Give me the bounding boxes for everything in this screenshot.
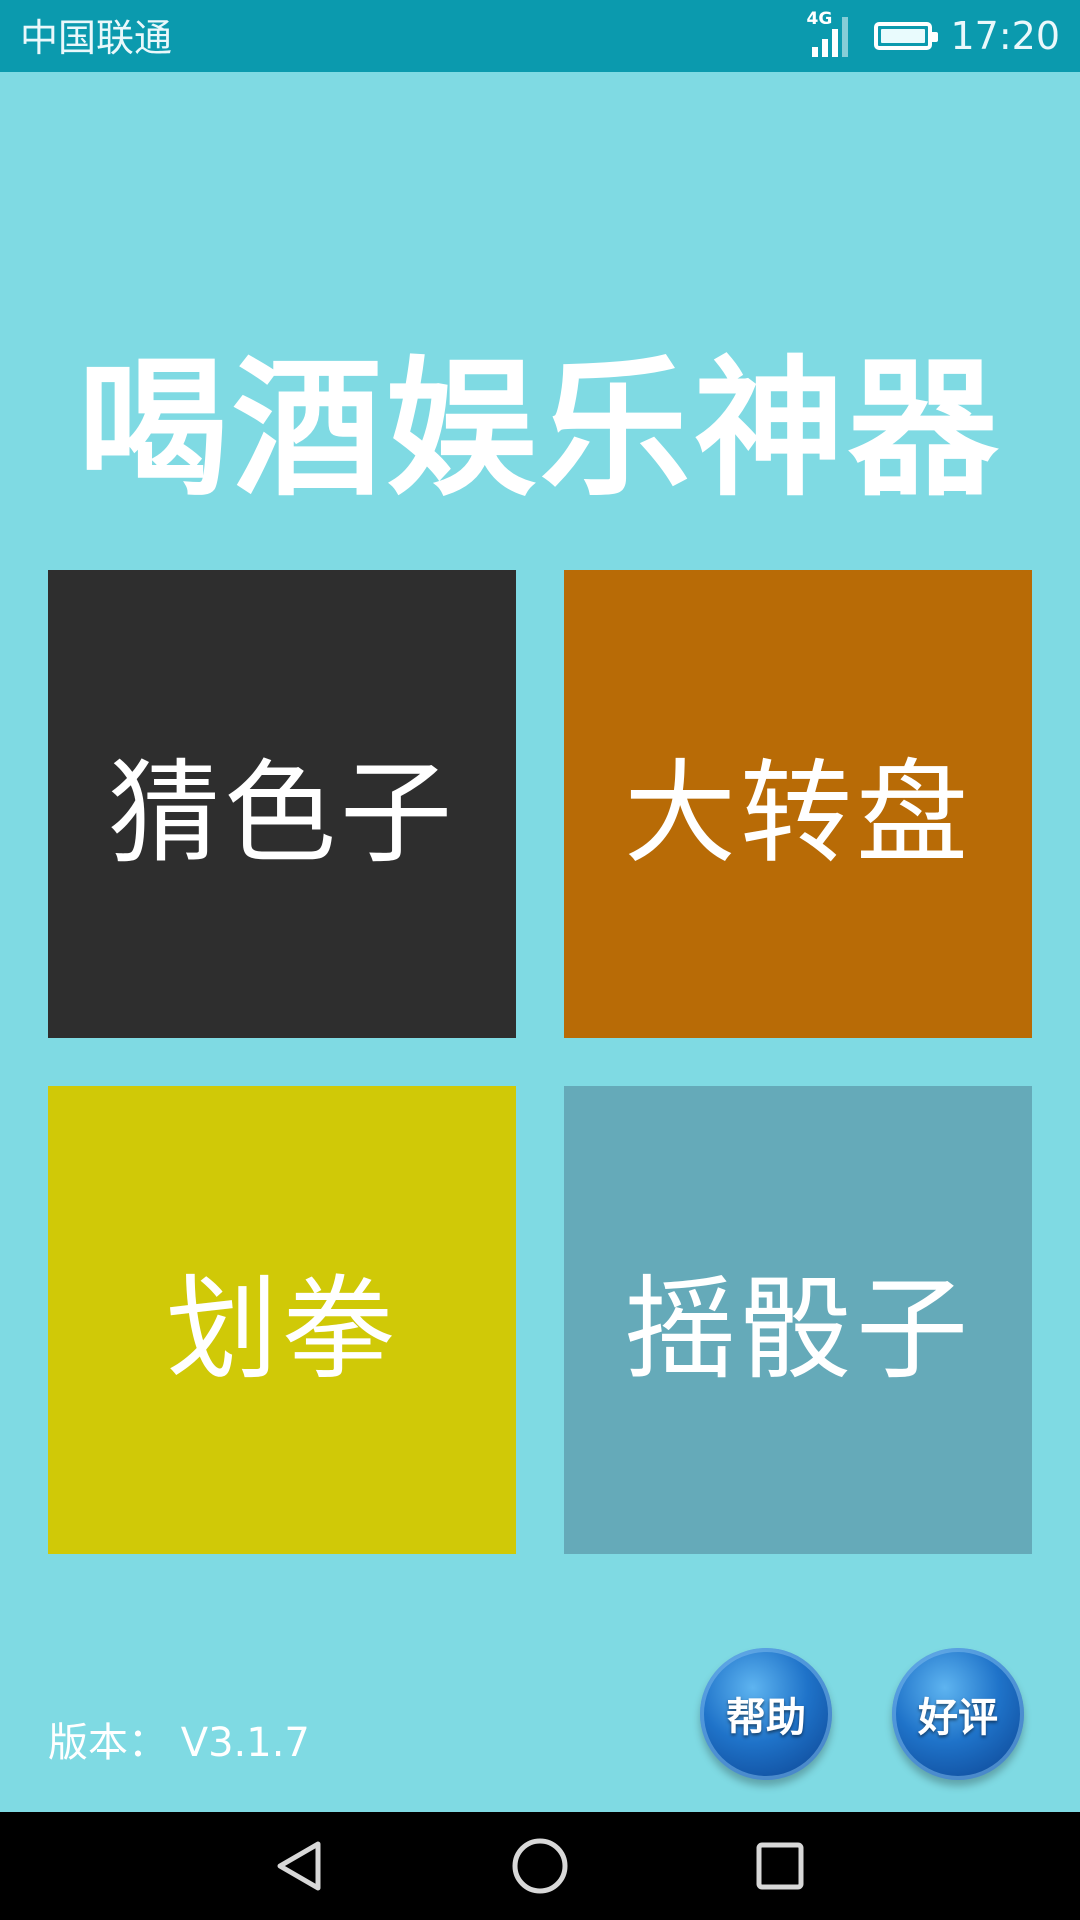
help-button-label: 帮助: [726, 1694, 806, 1741]
rate-button[interactable]: 好评: [892, 1648, 1024, 1780]
help-button[interactable]: 帮助: [700, 1648, 832, 1780]
recent-apps-icon[interactable]: [750, 1836, 810, 1896]
shake-dice-tile[interactable]: 摇骰子: [564, 1086, 1032, 1554]
tile-label: 摇骰子: [624, 1265, 972, 1395]
status-icons: 4G 17:20: [806, 0, 1060, 72]
back-icon[interactable]: [270, 1836, 330, 1896]
network-type-label: 4G: [806, 9, 833, 29]
guess-dice-tile[interactable]: 猜色子: [48, 570, 516, 1038]
tile-label: 划拳: [166, 1265, 398, 1395]
home-icon[interactable]: [510, 1836, 570, 1896]
status-bar: 中国联通 4G 17:20: [0, 0, 1080, 72]
app-title: 喝酒娱乐神器: [77, 343, 1002, 517]
battery-icon: [874, 22, 939, 50]
tile-label: 猜色子: [108, 749, 456, 879]
signal-icon: 4G: [806, 9, 852, 57]
tile-label: 大转盘: [624, 749, 972, 879]
navigation-bar: [0, 1812, 1080, 1920]
version-label: 版本： V3.1.7: [48, 1720, 310, 1766]
carrier-name: 中国联通: [20, 16, 173, 60]
wheel-tile[interactable]: 大转盘: [564, 570, 1032, 1038]
rate-button-label: 好评: [918, 1694, 998, 1741]
clock: 17:20: [950, 14, 1060, 58]
finger-guessing-tile[interactable]: 划拳: [48, 1086, 516, 1554]
